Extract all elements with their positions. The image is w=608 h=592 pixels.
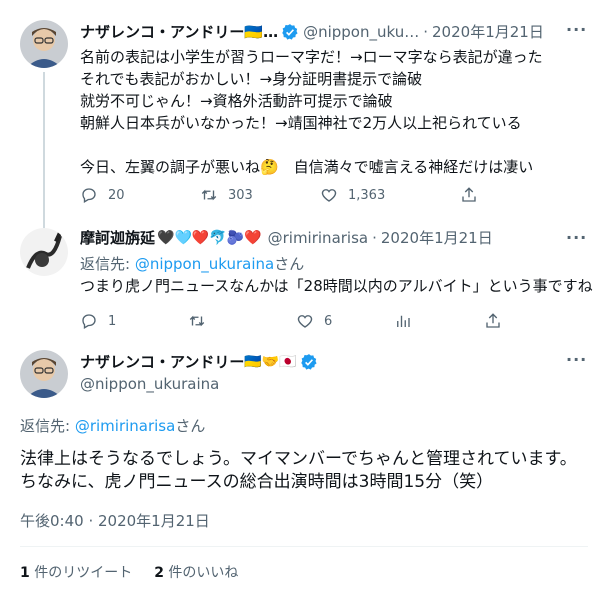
display-name[interactable]: ナザレンコ・アンドリー [80, 352, 244, 372]
reply-handle-link[interactable]: @nippon_ukuraina [135, 255, 274, 273]
tweet-date[interactable]: 2020年1月21日 [432, 22, 544, 42]
tweet-2[interactable]: 摩訶迦旃延 🖤🩵❤️🐬🫐❤️ @rimirinarisa · 2020年1月21… [0, 220, 608, 342]
retweet-icon [201, 189, 217, 201]
heart-icon [297, 315, 313, 328]
reply-count: 1 [108, 313, 117, 329]
reply-suffix: さん [175, 417, 206, 435]
name-emojis: 🖤🩵❤️🐬🫐❤️ [157, 230, 262, 246]
more-options-icon[interactable]: ··· [566, 20, 587, 39]
reply-icon [82, 188, 96, 203]
avatar[interactable] [20, 228, 68, 276]
reply-button[interactable]: 1 [80, 312, 188, 330]
reply-prefix: 返信先: [20, 417, 75, 435]
retweet-button[interactable]: 303 [200, 186, 320, 204]
analytics-icon [397, 315, 410, 327]
user-photo-icon [20, 20, 68, 68]
more-options-icon[interactable]: ··· [566, 228, 587, 247]
tweet-text: つまり虎ノ門ニュースなんかは「28時間以内のアルバイト」という事ですね [80, 277, 593, 295]
tweet-actions: 20 303 1,363 [80, 186, 478, 204]
thread-line [43, 72, 45, 220]
tweet-1[interactable]: ナザレンコ・アンドリー 🇺🇦 … @nippon_uku… · 2020年1月2… [0, 0, 608, 220]
handle[interactable]: @nippon_uku… [303, 22, 419, 42]
reply-suffix: さん [274, 255, 305, 273]
tweet-header: ナザレンコ・アンドリー 🇺🇦 … @nippon_uku… · 2020年1月2… [80, 22, 544, 42]
more-options-icon[interactable]: ··· [566, 350, 587, 369]
display-name[interactable]: 摩訶迦旃延 [80, 228, 155, 248]
heart-icon [321, 189, 337, 202]
user-photo-icon [20, 228, 68, 276]
engagement-stats: 1 件のリツイート 2 件のいいね [20, 562, 238, 582]
thread-line [43, 220, 45, 228]
retweet-count: 303 [228, 187, 253, 203]
display-name[interactable]: ナザレンコ・アンドリー [80, 22, 244, 42]
main-tweet-text: 法律上はそうなるでしょう。マイマンバーでちゃんと管理されています。 ちなみに、虎… [20, 449, 577, 492]
reply-prefix: 返信先: [80, 255, 135, 273]
flag-emoji: 🇺🇦 [244, 23, 264, 41]
reply-context: 返信先: @nippon_ukurainaさん [80, 254, 304, 274]
reply-count: 20 [108, 187, 125, 203]
share-button[interactable] [484, 312, 502, 330]
retweet-button[interactable] [188, 312, 296, 330]
avatar[interactable] [20, 350, 68, 398]
retweet-stat[interactable]: 1 件のリツイート [20, 562, 132, 582]
like-stat-label: 件のいいね [163, 565, 239, 581]
like-count: 6 [324, 313, 333, 329]
like-count: 1,363 [348, 187, 386, 203]
share-icon [462, 187, 476, 202]
avatar[interactable] [20, 20, 68, 68]
verified-badge-icon [282, 24, 298, 40]
verified-badge-icon [300, 354, 317, 370]
tweet-actions: 1 6 [80, 312, 502, 330]
like-button[interactable]: 1,363 [320, 186, 460, 204]
analytics-button[interactable] [394, 312, 484, 330]
tweet-text: 名前の表記は小学生が習うローマ字だ！→ローマ字なら表記が違った それでも表記がお… [80, 48, 543, 176]
tweet-date[interactable]: 2020年1月21日 [381, 228, 493, 248]
handle[interactable]: @rimirinarisa [268, 228, 369, 248]
reply-context: 返信先: @rimirinarisaさん [20, 416, 205, 436]
handle[interactable]: @nippon_ukuraina [80, 375, 219, 393]
retweet-stat-label: 件のリツイート [29, 565, 133, 581]
like-stat-count: 2 [154, 565, 164, 581]
retweet-stat-count: 1 [20, 565, 30, 581]
reply-icon [82, 314, 96, 329]
retweet-icon [189, 315, 205, 327]
reply-handle-link[interactable]: @rimirinarisa [75, 417, 176, 435]
separator-dot: · [423, 23, 429, 41]
name-ellipsis: … [263, 23, 279, 41]
like-button[interactable]: 6 [296, 312, 394, 330]
reply-button[interactable]: 20 [80, 186, 200, 204]
share-icon [486, 313, 500, 328]
tweet-header: ナザレンコ・アンドリー 🇺🇦🤝🇯🇵 [80, 352, 318, 372]
user-photo-icon [20, 350, 68, 398]
divider [20, 546, 588, 547]
name-emojis: 🇺🇦🤝🇯🇵 [244, 354, 297, 370]
like-stat[interactable]: 2 件のいいね [154, 562, 238, 582]
tweet-timestamp[interactable]: 午後0:40 · 2020年1月21日 [20, 510, 210, 531]
share-button[interactable] [460, 186, 478, 204]
tweet-header: 摩訶迦旃延 🖤🩵❤️🐬🫐❤️ @rimirinarisa · 2020年1月21… [80, 228, 493, 248]
separator-dot: · [372, 229, 377, 247]
